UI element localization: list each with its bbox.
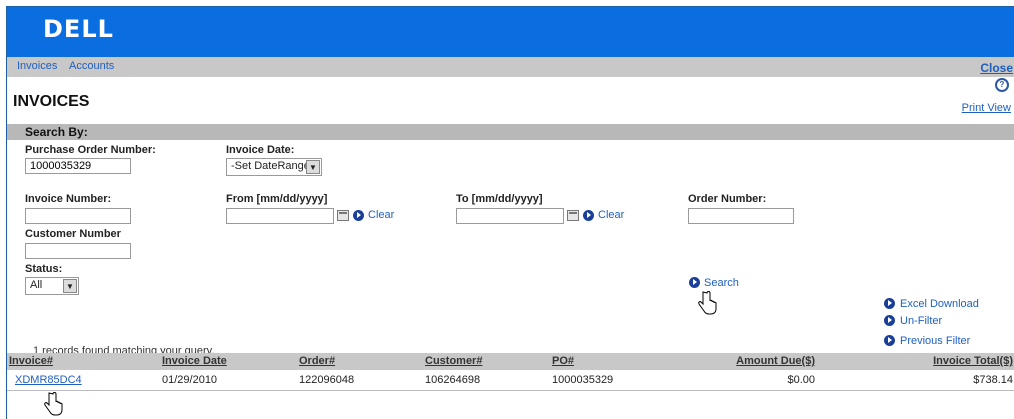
from-clear-link[interactable]: Clear [368,209,394,221]
header-banner: DELL [7,7,1014,57]
nav-accounts[interactable]: Accounts [69,60,114,72]
invoice-date-select[interactable]: -Set DateRange- ▼ [226,158,322,176]
search-by-label: Search By: [25,125,88,139]
app-window: DELL Invoices Accounts Close ? INVOICES … [6,6,1014,419]
nav-bar: Invoices Accounts [7,57,1014,77]
hand-cursor-icon [698,291,717,315]
to-date-input[interactable] [456,208,564,224]
invoice-date-cell: 01/29/2010 [162,374,218,386]
from-date-input[interactable] [226,208,334,224]
po-number-input[interactable] [25,158,131,174]
col-order[interactable]: Order# [299,355,335,367]
search-by-bar: Search By: [7,124,1014,140]
clear-arrow-icon [353,210,364,221]
nav-invoices[interactable]: Invoices [17,60,57,72]
col-invoice-date[interactable]: Invoice Date [162,355,227,367]
order-cell: 122096048 [299,374,355,386]
col-po[interactable]: PO# [552,355,574,367]
col-amount-due[interactable]: Amount Due($) [736,355,815,367]
amount-due-cell: $0.00 [787,374,815,386]
previous-arrow-icon [884,335,895,346]
to-clear-link[interactable]: Clear [598,209,624,221]
calendar-icon[interactable] [567,210,579,221]
invoice-date-value: -Set DateRange- [231,160,314,172]
col-invoice[interactable]: Invoice# [9,355,53,367]
to-date-label: To [mm/dd/yyyy] [456,193,543,205]
from-date-label: From [mm/dd/yyyy] [226,193,328,205]
customer-number-label: Customer Number [25,228,121,240]
dell-logo: DELL [43,15,114,43]
clear-arrow-icon [583,210,594,221]
search-arrow-icon [689,277,700,288]
po-cell: 1000035329 [552,374,614,386]
customer-cell: 106264698 [425,374,481,386]
close-link[interactable]: Close [980,61,1013,75]
calendar-icon[interactable] [337,210,349,221]
invoice-number-input[interactable] [25,208,131,224]
status-label: Status: [25,263,63,275]
search-button[interactable]: Search [704,277,739,289]
status-select[interactable]: All ▼ [25,277,79,295]
table-row: XDMR85DC4 01/29/2010 122096048 106264698… [7,370,1014,391]
invoice-link[interactable]: XDMR85DC4 [15,374,82,386]
col-invoice-total[interactable]: Invoice Total($) [933,355,1013,367]
chevron-down-icon: ▼ [306,160,320,174]
excel-arrow-icon [884,298,895,309]
table-header: Invoice# Invoice Date Order# Customer# P… [7,353,1014,370]
invoice-date-label: Invoice Date: [226,144,295,156]
order-number-input[interactable] [688,208,794,224]
invoice-total-cell: $738.14 [973,374,1013,386]
hand-cursor-icon [44,392,63,416]
chevron-down-icon: ▼ [63,279,77,293]
unfilter-arrow-icon [884,315,895,326]
customer-number-input[interactable] [25,243,131,259]
help-icon[interactable]: ? [995,78,1009,92]
order-number-label: Order Number: [688,193,767,205]
previous-filter-link[interactable]: Previous Filter [900,335,970,347]
po-number-label: Purchase Order Number: [25,144,156,156]
col-customer[interactable]: Customer# [425,355,482,367]
page-title: INVOICES [13,93,90,110]
excel-download-link[interactable]: Excel Download [900,298,979,310]
invoice-number-label: Invoice Number: [25,193,112,205]
status-value: All [30,279,43,291]
unfilter-link[interactable]: Un-Filter [900,315,942,327]
print-view-link[interactable]: Print View [962,102,1011,114]
